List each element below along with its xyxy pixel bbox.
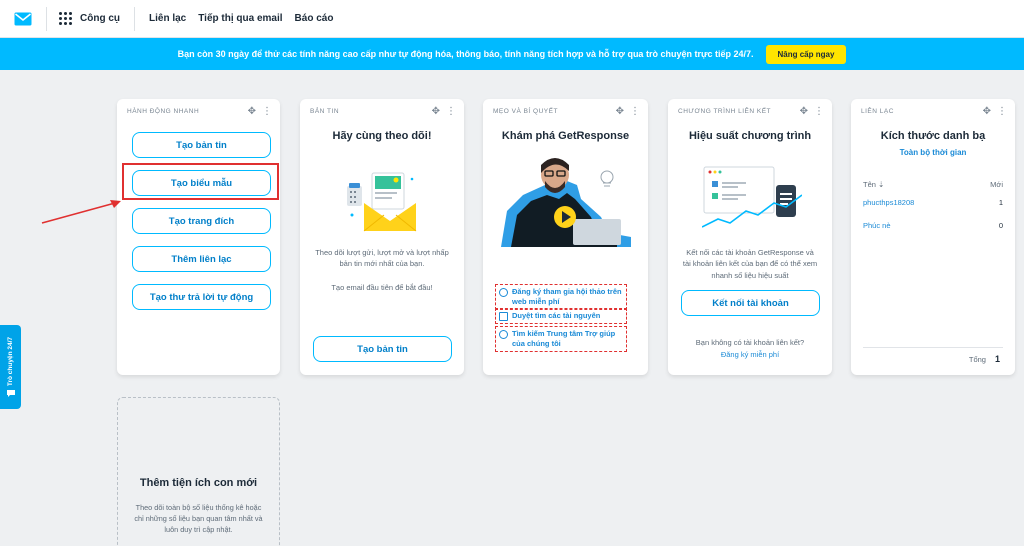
- tip-link-resources[interactable]: Duyệt tìm các tài nguyên: [495, 308, 627, 324]
- column-new: Mới: [990, 180, 1003, 189]
- free-signup-link[interactable]: Đăng ký miễn phí: [682, 349, 818, 360]
- highlight-box: [122, 163, 279, 200]
- contacts-card: LIÊN LẠC ✥ ⋮ Kích thước danh bạ Toàn bộ …: [851, 99, 1015, 375]
- contact-count: 0: [998, 221, 1003, 230]
- create-landing-page-button[interactable]: Tạo trang đích: [132, 208, 271, 234]
- connect-account-button[interactable]: Kết nối tài khoản: [681, 290, 820, 316]
- card-title: Hãy cùng theo dõi!: [332, 130, 432, 142]
- help-icon: [499, 330, 508, 339]
- quick-actions-card: HÀNH ĐỘNG NHANH ✥ ⋮ Tạo bản tin Tạo biểu…: [117, 99, 280, 375]
- move-icon[interactable]: ✥: [983, 106, 991, 117]
- more-options-icon[interactable]: ⋮: [262, 106, 272, 117]
- add-widget-description: Theo dõi toàn bộ số liệu thống kê hoặc c…: [134, 503, 263, 534]
- newsletter-description: Theo dõi lượt gửi, lượt mở và lượt nhấp …: [315, 248, 449, 269]
- affiliate-card: CHƯƠNG TRÌNH LIÊN KẾT ✥ ⋮ Hiệu suất chươ…: [668, 99, 832, 375]
- total-value: 1: [994, 354, 1000, 364]
- affiliate-description: Kết nối các tài khoản GetResponse và tài…: [682, 248, 818, 280]
- table-row[interactable]: Phúc nè 0: [863, 221, 1003, 230]
- divider: [863, 347, 1003, 348]
- column-name-sort[interactable]: Tên ⇣: [863, 180, 884, 189]
- more-options-icon[interactable]: ⋮: [997, 106, 1007, 117]
- tip-link-label: Duyệt tìm các tài nguyên: [512, 311, 601, 320]
- more-options-icon[interactable]: ⋮: [630, 106, 640, 117]
- live-chat-tab[interactable]: Trò chuyện 24/7: [0, 325, 21, 409]
- table-row[interactable]: phucthps18208 1: [863, 198, 1003, 207]
- nav-link-reports[interactable]: Báo cáo: [295, 13, 334, 24]
- contact-count: 1: [998, 198, 1003, 207]
- add-widget-placeholder[interactable]: Thêm tiện ích con mới Theo dõi toàn bộ s…: [117, 397, 280, 546]
- webinar-icon: [499, 288, 508, 297]
- card-header: MẸO VÀ BÍ QUYẾT: [493, 108, 558, 115]
- tip-link-label: Tìm kiếm Trung tâm Trợ giúp của chúng tô…: [512, 329, 616, 348]
- contact-list-name[interactable]: Phúc nè: [863, 221, 891, 230]
- newsletter-illustration: [347, 172, 417, 232]
- nav-link-contacts[interactable]: Liên lạc: [149, 13, 186, 24]
- chat-bubble-icon: [6, 390, 15, 398]
- live-chat-label: Trò chuyện 24/7: [7, 336, 14, 387]
- more-options-icon[interactable]: ⋮: [814, 106, 824, 117]
- nav-link-email-marketing[interactable]: Tiếp thị qua email: [198, 13, 282, 24]
- no-affiliate-question: Bạn không có tài khoản liên kết?: [695, 338, 805, 347]
- move-icon[interactable]: ✥: [432, 106, 440, 117]
- performance-illustration: [702, 166, 802, 228]
- card-header: LIÊN LẠC: [861, 108, 894, 115]
- card-title: Kích thước danh bạ: [880, 130, 986, 142]
- move-icon[interactable]: ✥: [800, 106, 808, 117]
- total-label: Tổng: [968, 354, 986, 364]
- newsletter-cta-text: Tạo email đầu tiên để bắt đầu!: [331, 283, 433, 292]
- move-icon[interactable]: ✥: [248, 106, 256, 117]
- time-period-selector[interactable]: Toàn bộ thời gian: [851, 148, 1015, 157]
- more-options-icon[interactable]: ⋮: [446, 106, 456, 117]
- tip-link-label: Đăng ký tham gia hội thảo trên web miễn …: [512, 287, 622, 306]
- tip-link-help-center[interactable]: Tìm kiếm Trung tâm Trợ giúp của chúng tô…: [495, 326, 627, 352]
- card-title: Khám phá GetResponse: [501, 130, 630, 142]
- contacts-total: Tổng 1: [969, 354, 1000, 364]
- card-title: Hiệu suất chương trình: [688, 130, 812, 142]
- create-newsletter-button[interactable]: Tạo bản tin: [313, 336, 452, 362]
- add-widget-title: Thêm tiện ích con mới: [139, 477, 258, 489]
- tips-card: MẸO VÀ BÍ QUYẾT ✥ ⋮ Khám phá GetResponse…: [483, 99, 648, 375]
- annotation-arrow: [41, 200, 121, 224]
- upgrade-now-button[interactable]: Nâng cấp ngay: [765, 44, 847, 64]
- create-autoresponder-button[interactable]: Tạo thư trả lời tự động: [132, 284, 271, 310]
- add-contact-button[interactable]: Thêm liên lạc: [132, 246, 271, 272]
- tip-link-webinar[interactable]: Đăng ký tham gia hội thảo trên web miễn …: [495, 284, 627, 310]
- video-thumbnail[interactable]: [497, 155, 633, 247]
- create-newsletter-button[interactable]: Tạo bản tin: [132, 132, 271, 158]
- card-header: BẢN TIN: [310, 108, 340, 115]
- contact-list-name[interactable]: phucthps18208: [863, 198, 914, 207]
- newsletter-card: BẢN TIN ✥ ⋮ Hãy cùng theo dõi! Theo dõi …: [300, 99, 464, 375]
- top-navigation: Công cụ Liên lạc Tiếp thị qua email Báo …: [0, 0, 1024, 38]
- trial-banner-text: Bạn còn 30 ngày để thử các tính năng cao…: [177, 49, 754, 59]
- book-icon: [499, 312, 508, 321]
- move-icon[interactable]: ✥: [616, 106, 624, 117]
- card-header: CHƯƠNG TRÌNH LIÊN KẾT: [678, 108, 772, 115]
- trial-banner: Bạn còn 30 ngày để thử các tính năng cao…: [0, 38, 1024, 70]
